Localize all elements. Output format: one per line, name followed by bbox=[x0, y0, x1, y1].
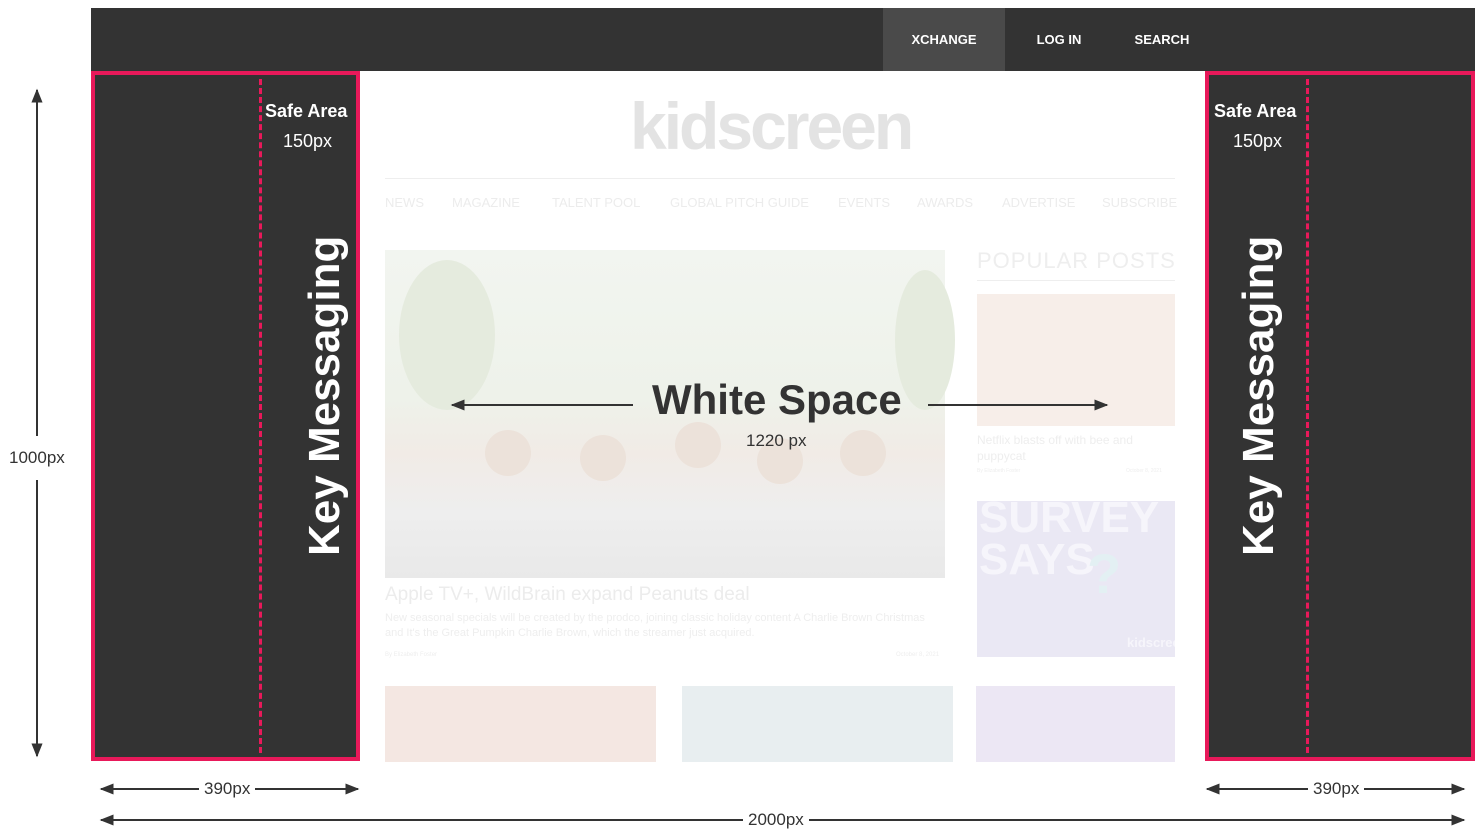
total-width-label: 2000px bbox=[743, 810, 809, 830]
height-label: 1000px bbox=[4, 448, 70, 468]
left-width-label: 390px bbox=[199, 779, 256, 799]
white-space-title: White Space bbox=[652, 376, 902, 423]
right-width-label: 390px bbox=[1308, 779, 1365, 799]
white-space-size: 1220 px bbox=[746, 431, 807, 450]
